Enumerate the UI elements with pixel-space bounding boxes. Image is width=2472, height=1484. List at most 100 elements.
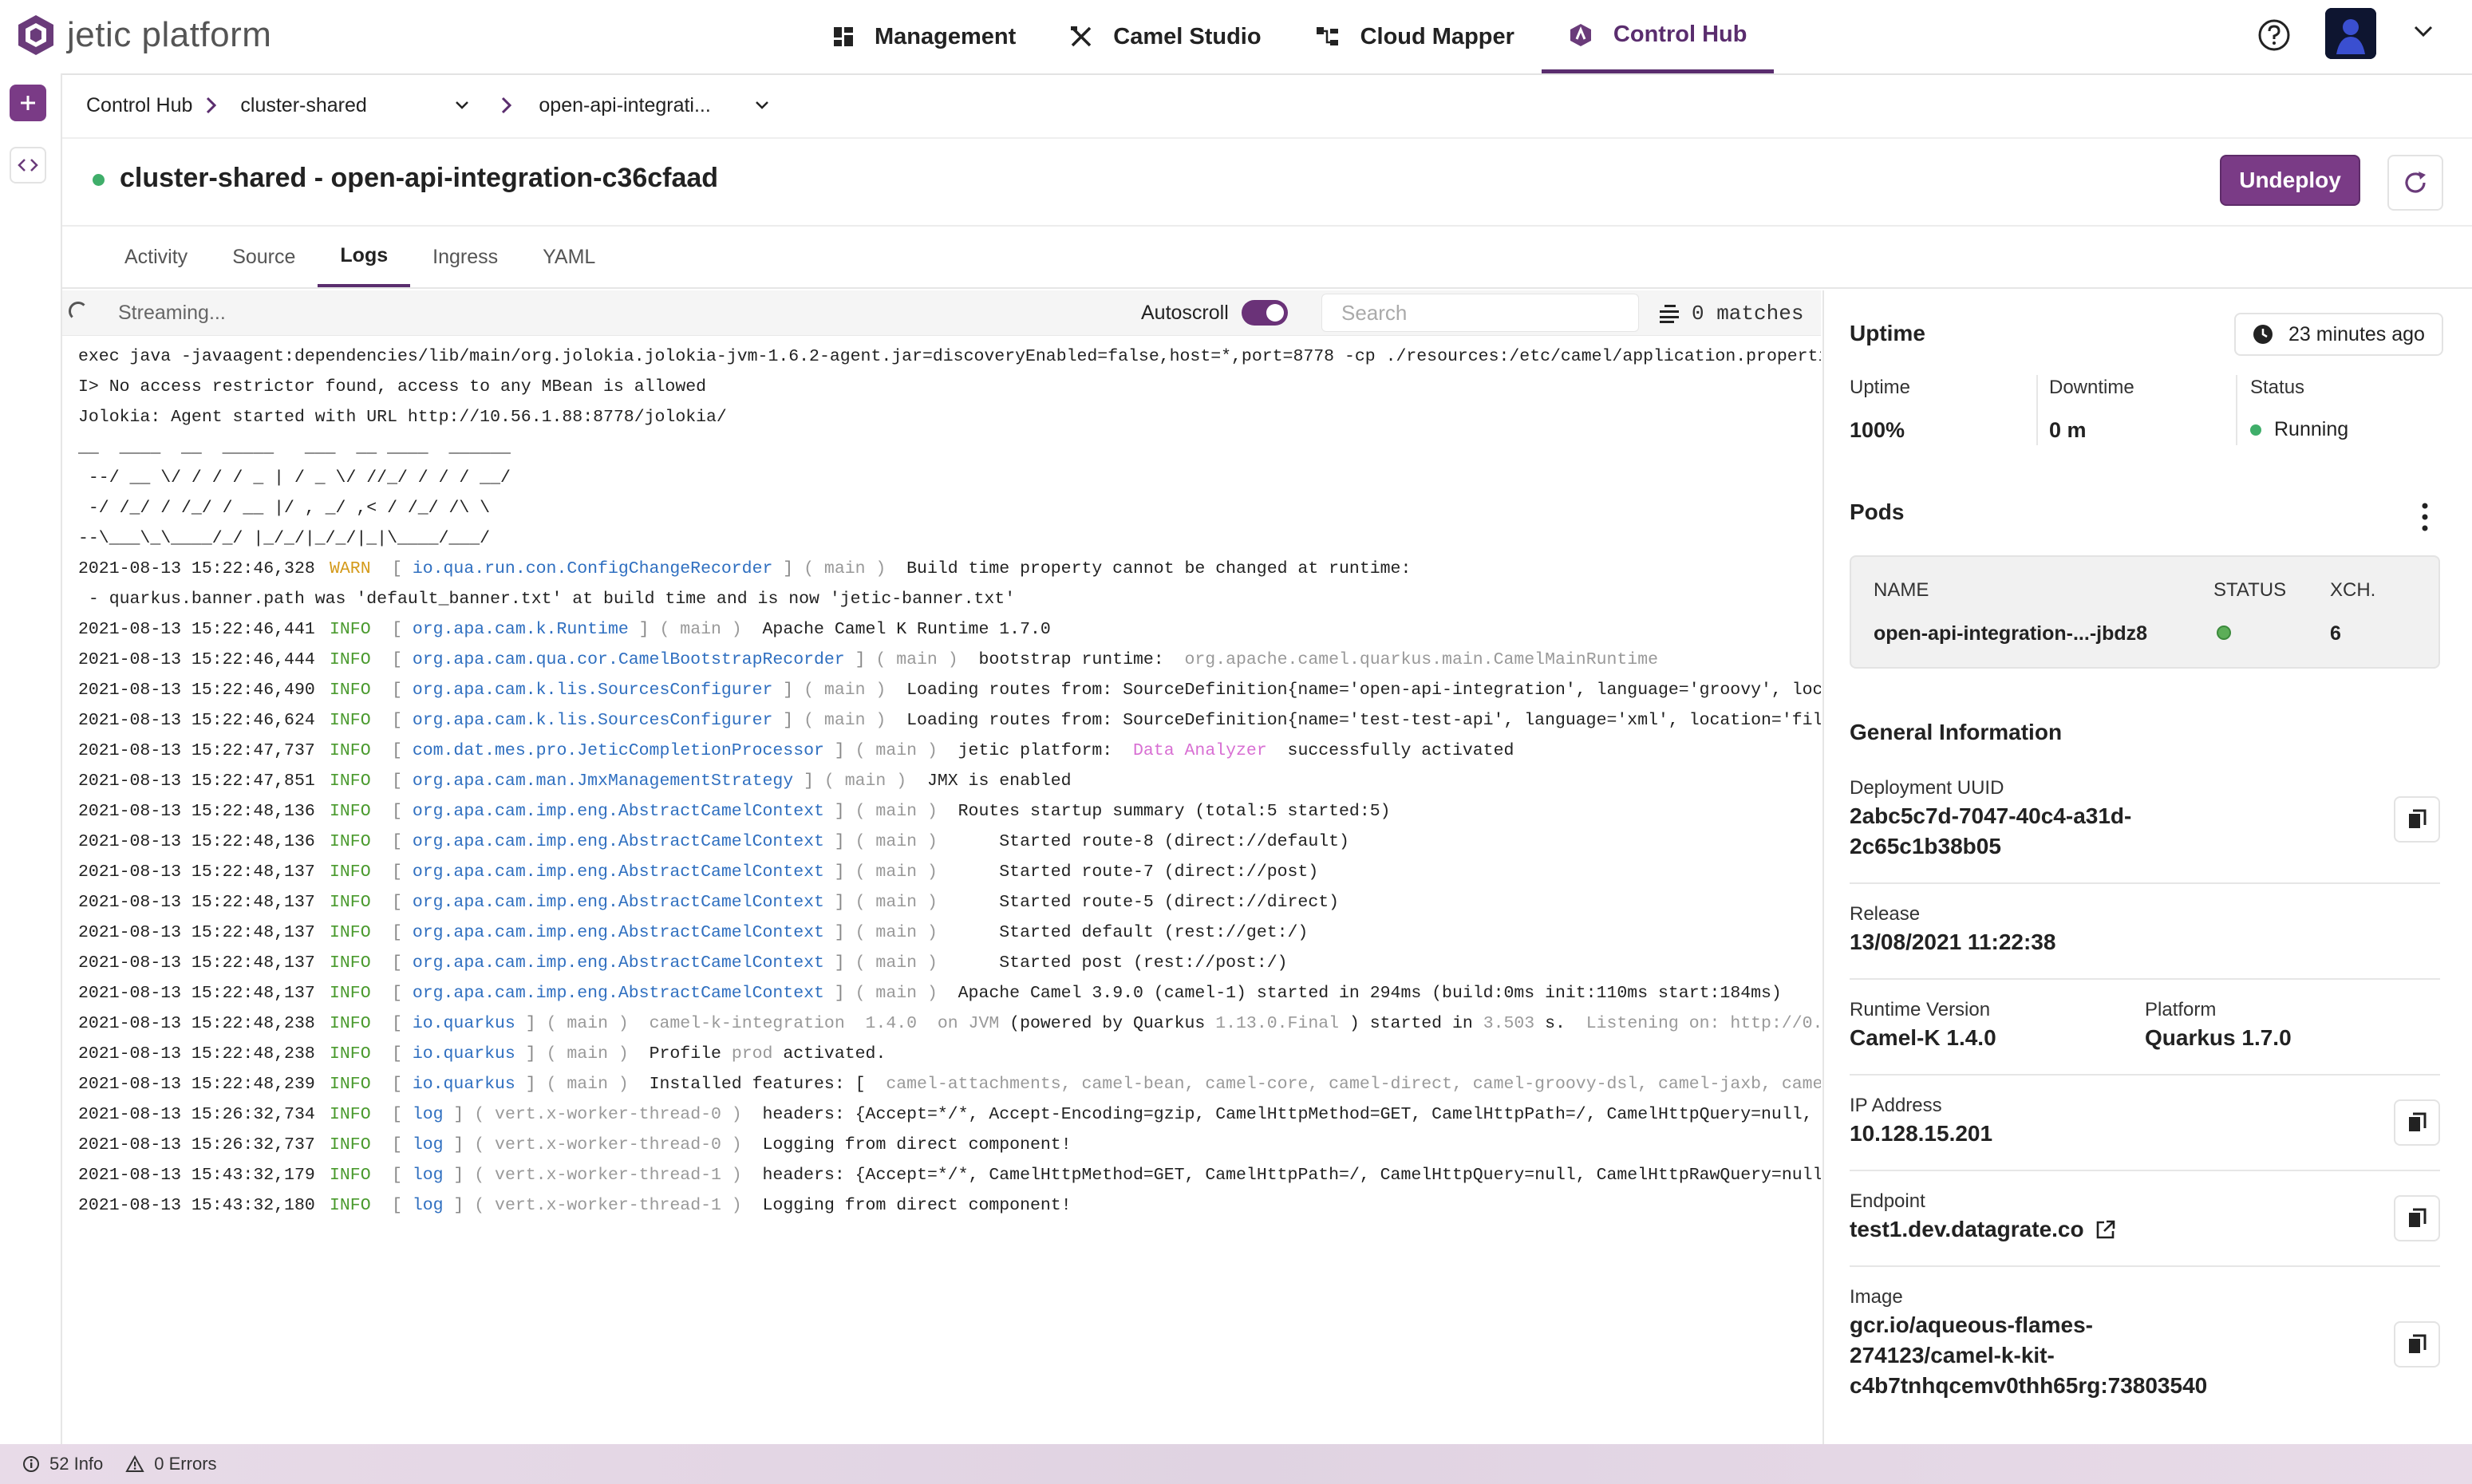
log-timestamp: 2021-08-13 15:22:48,238 <box>78 1014 315 1033</box>
log-thread: ( main ) <box>546 1044 629 1064</box>
log-thread: ( main ) <box>804 711 887 730</box>
refresh-button[interactable] <box>2387 155 2443 211</box>
pods-menu-button[interactable] <box>2413 499 2437 535</box>
tab-yaml[interactable]: YAML <box>520 227 618 287</box>
chevron-down-icon <box>456 101 469 109</box>
tab-logs[interactable]: Logs <box>318 227 411 287</box>
log-logger: io.quarkus <box>412 1044 515 1064</box>
log-line: exec java -javaagent:dependencies/lib/ma… <box>78 347 1821 366</box>
log-logger: log <box>412 1105 444 1124</box>
autoscroll-toggle[interactable] <box>1242 300 1288 326</box>
log-bracket: [ <box>392 923 413 942</box>
log-bracket: [ <box>392 893 413 912</box>
match-count[interactable]: 0 matches <box>1658 302 1803 326</box>
log-bracket: [ <box>392 650 413 669</box>
log-message: 3.503 <box>1483 1014 1535 1033</box>
log-message: Build time property cannot be changed at… <box>906 559 1412 578</box>
external-link-icon <box>2096 1220 2115 1239</box>
tab-source[interactable]: Source <box>210 227 318 287</box>
copy-ip-button[interactable] <box>2394 1099 2440 1146</box>
uuid-value: 2abc5c7d-7047-40c4-a31d- 2c65c1b38b05 <box>1850 801 2131 862</box>
endpoint-label: Endpoint <box>1850 1190 1925 1212</box>
log-bracket: ] <box>823 862 855 882</box>
log-bracket: ] <box>823 893 855 912</box>
log-bracket: ] <box>823 984 855 1003</box>
log-search-input[interactable] <box>1321 294 1639 332</box>
breadcrumb-root[interactable]: Control Hub <box>86 94 192 117</box>
nav-tab-control-hub[interactable]: Control Hub <box>1541 0 1775 73</box>
log-bracket: [ <box>392 1135 413 1154</box>
log-spacer <box>742 1196 763 1215</box>
endpoint-link[interactable]: test1.dev.datagrate.co <box>1850 1214 2116 1245</box>
log-logger: org.apa.cam.qua.cor.CamelBootstrapRecord… <box>412 650 845 669</box>
log-bracket: ] <box>772 681 804 700</box>
log-message: Loading routes from: SourceDefinition{na… <box>906 681 1821 700</box>
tab-activity[interactable]: Activity <box>102 227 210 287</box>
copy-endpoint-button[interactable] <box>2394 1195 2440 1241</box>
log-logger: org.apa.cam.imp.eng.AbstractCamelContext <box>412 893 824 912</box>
log-line: 2021-08-13 15:26:32,737 INFO [ log ] ( ver… <box>78 1130 1821 1160</box>
log-line: 2021-08-13 15:22:46,444 INFO [ org.apa.cam… <box>78 645 1821 675</box>
log-bracket: ] <box>823 741 855 760</box>
jetic-hex-icon <box>18 15 53 55</box>
error-count[interactable]: 0 Errors <box>125 1454 217 1474</box>
user-menu-caret[interactable] <box>2413 24 2434 42</box>
nav-tab-camel-studio[interactable]: Camel Studio <box>1043 0 1288 73</box>
main-nav-tabs: Management Camel Studio Cloud Mapper Con… <box>806 0 1775 73</box>
pod-name[interactable]: open-api-integration-...-jbdz8 <box>1874 622 2147 645</box>
log-line: 2021-08-13 15:22:48,136 INFO [ org.apa.cam… <box>78 827 1821 857</box>
copy-icon <box>2409 809 2427 828</box>
cluster-select[interactable]: cluster-shared <box>240 94 480 117</box>
autoscroll-label: Autoscroll <box>1141 302 1229 324</box>
log-logger: org.apa.cam.k.lis.SourcesConfigurer <box>412 711 773 730</box>
uuid-line: 2c65c1b38b05 <box>1850 834 2001 858</box>
log-line: 2021-08-13 15:22:46,328 WARN [ io.qua.run.… <box>78 554 1821 584</box>
copy-uuid-button[interactable] <box>2394 796 2440 843</box>
log-line: Jolokia: Agent started with URL http://1… <box>78 408 727 427</box>
log-bracket: [ <box>392 559 413 578</box>
jetic-logo[interactable]: jetic platform <box>16 11 271 59</box>
log-timestamp: 2021-08-13 15:22:46,441 <box>78 620 315 639</box>
pods-header-name: NAME <box>1874 579 1929 601</box>
log-level: INFO <box>330 711 371 730</box>
nav-tab-cloud-mapper[interactable]: Cloud Mapper <box>1289 0 1542 73</box>
log-logger: org.apa.cam.imp.eng.AbstractCamelContext <box>412 802 824 821</box>
log-thread: ( main ) <box>855 893 938 912</box>
log-spacer <box>938 741 958 760</box>
log-bracket: ] <box>793 772 824 791</box>
log-spacer <box>938 953 958 973</box>
log-bracket: ] <box>823 802 855 821</box>
refresh-icon <box>2405 172 2426 193</box>
uuid-label: Deployment UUID <box>1850 777 2004 799</box>
ip-label: IP Address <box>1850 1095 1942 1116</box>
log-level: INFO <box>330 893 371 912</box>
nav-tab-management[interactable]: Management <box>806 0 1043 73</box>
log-spacer <box>938 923 958 942</box>
chevron-down-icon <box>756 101 769 109</box>
logs-panel[interactable]: Streaming... Autoscroll 0 matches exec j… <box>62 290 1821 1444</box>
platform-value: Quarkus 1.7.0 <box>2145 1025 2292 1050</box>
uptime-chip-text: 23 minutes ago <box>2288 322 2425 345</box>
help-button[interactable] <box>2257 18 2292 53</box>
user-avatar[interactable] <box>2325 8 2376 59</box>
tab-ingress[interactable]: Ingress <box>410 227 520 287</box>
add-button[interactable] <box>10 85 46 121</box>
chevron-right-icon <box>207 97 217 114</box>
code-button[interactable] <box>10 147 46 184</box>
log-line: -/ /_/ / /_/ / __ |/ , _/ ,< / /_/ /\ \ <box>78 499 521 518</box>
integration-select[interactable]: open-api-integrati... <box>539 94 770 117</box>
undeploy-button[interactable]: Undeploy <box>2220 155 2360 206</box>
log-message: Listening on: http://0.0.0. <box>1585 1014 1821 1033</box>
info-count[interactable]: 52 Info <box>22 1454 103 1474</box>
log-level: INFO <box>330 1166 371 1185</box>
ip-value: 10.128.15.201 <box>1850 1121 1993 1146</box>
log-logger: io.quarkus <box>412 1014 515 1033</box>
copy-icon <box>2409 1112 2427 1131</box>
pods-table: NAME STATUS XCH. open-api-integration-..… <box>1850 555 2440 669</box>
log-thread: ( main ) <box>659 620 742 639</box>
log-thread: ( main ) <box>823 772 907 791</box>
log-level: INFO <box>330 1014 371 1033</box>
clock-icon <box>2253 325 2273 344</box>
log-level: INFO <box>330 772 371 791</box>
copy-image-button[interactable] <box>2394 1321 2440 1368</box>
